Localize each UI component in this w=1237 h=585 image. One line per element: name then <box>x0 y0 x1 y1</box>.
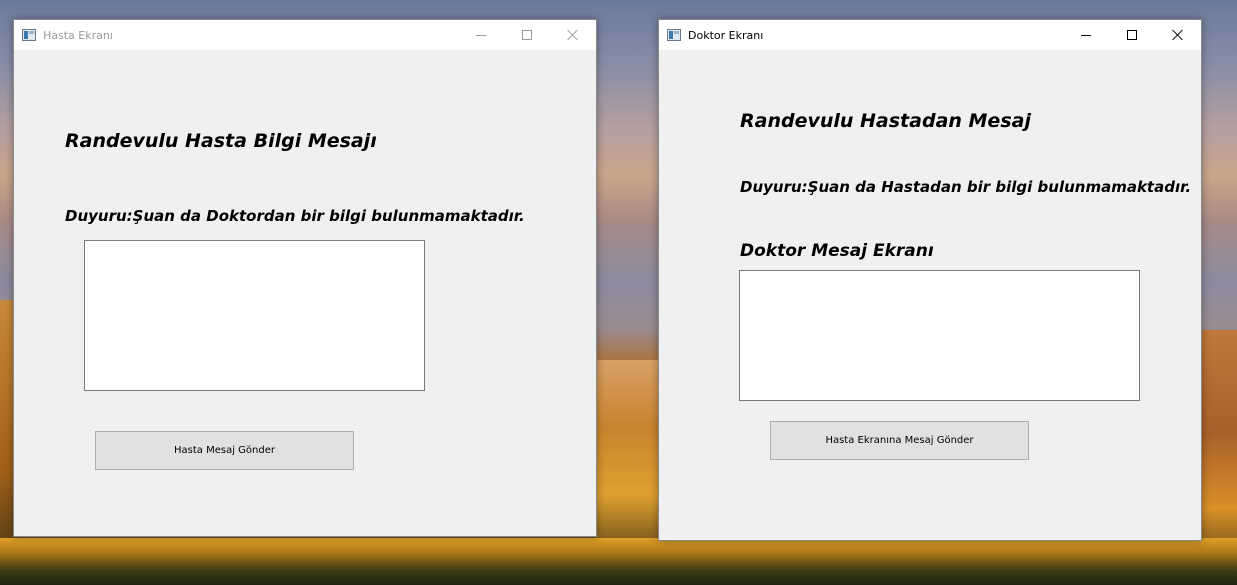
app-icon <box>22 29 36 41</box>
minimize-icon <box>476 34 486 36</box>
desktop-forest <box>0 538 1237 585</box>
doctor-send-button[interactable]: Hasta Ekranına Mesaj Gönder <box>770 421 1029 460</box>
patient-message-textbox[interactable] <box>84 240 425 391</box>
maximize-icon <box>522 30 532 40</box>
doctor-heading: Randevulu Hastadan Mesaj <box>740 110 1031 132</box>
minimize-button[interactable] <box>458 20 504 50</box>
doctor-notice: Duyuru:Şuan da Hastadan bir bilgi bulunm… <box>740 178 1192 196</box>
patient-notice: Duyuru:Şuan da Doktordan bir bilgi bulun… <box>65 207 525 225</box>
maximize-icon <box>1127 30 1137 40</box>
close-button[interactable] <box>550 20 596 50</box>
window-title: Doktor Ekranı <box>688 28 764 42</box>
doctor-window-titlebar[interactable]: Doktor Ekranı <box>659 20 1201 50</box>
window-title: Hasta Ekranı <box>43 28 113 42</box>
minimize-button[interactable] <box>1063 20 1109 50</box>
close-button[interactable] <box>1155 20 1201 50</box>
app-icon <box>667 29 681 41</box>
doctor-window: Doktor Ekranı Randevulu Hastadan Mesaj D… <box>658 19 1202 541</box>
close-icon <box>1172 29 1184 41</box>
maximize-button[interactable] <box>504 20 550 50</box>
minimize-icon <box>1081 34 1091 36</box>
patient-window-titlebar[interactable]: Hasta Ekranı <box>14 20 596 50</box>
maximize-button[interactable] <box>1109 20 1155 50</box>
doctor-message-label: Doktor Mesaj Ekranı <box>740 241 934 261</box>
doctor-message-textbox[interactable] <box>739 270 1140 401</box>
patient-window: Hasta Ekranı Randevulu Hasta Bilgi Mesaj… <box>13 19 597 537</box>
patient-heading: Randevulu Hasta Bilgi Mesajı <box>65 130 377 152</box>
patient-send-button[interactable]: Hasta Mesaj Gönder <box>95 431 354 470</box>
close-icon <box>567 29 579 41</box>
